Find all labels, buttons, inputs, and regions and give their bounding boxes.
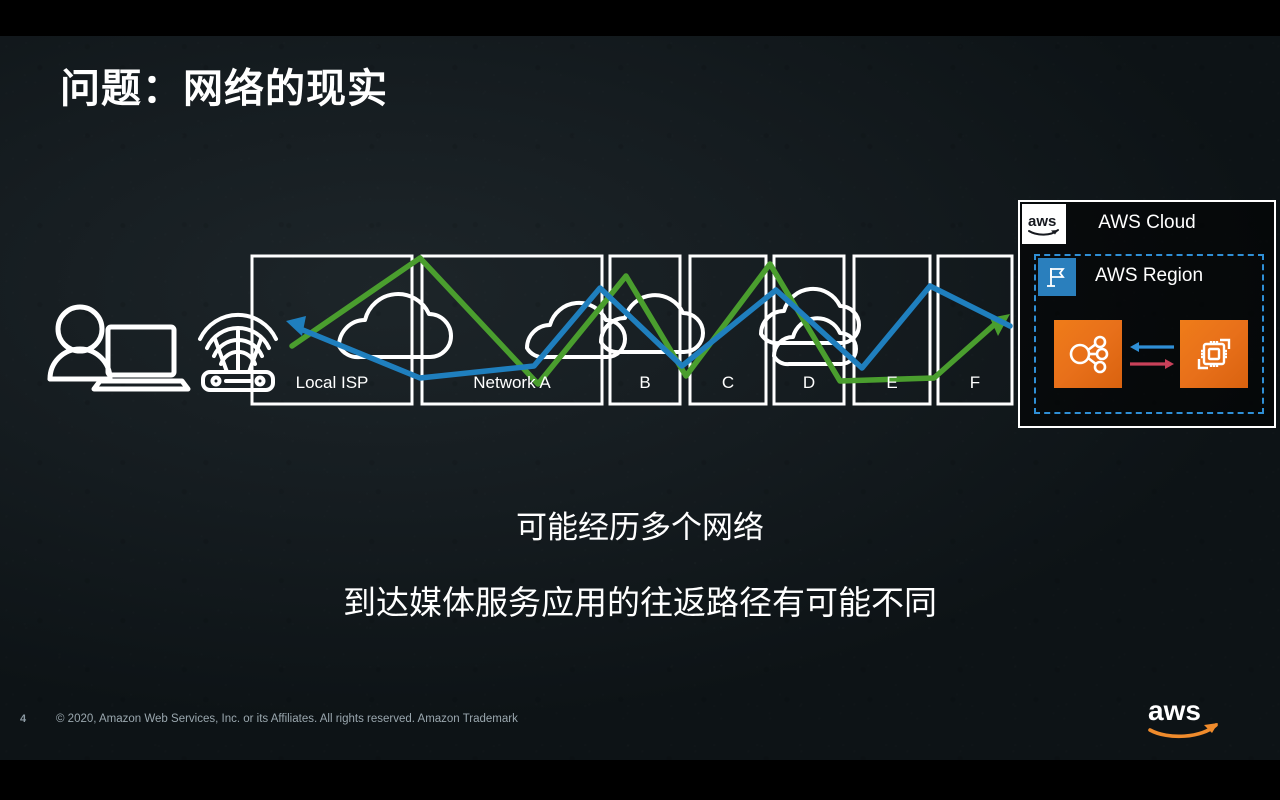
network-box-f xyxy=(936,254,1014,406)
aws-footer-logo: aws xyxy=(1148,695,1218,739)
network-label-b: B xyxy=(639,373,650,392)
cloud-b xyxy=(599,293,705,355)
network-box-network-a xyxy=(420,254,604,406)
network-box-c xyxy=(688,254,768,406)
network-box-d xyxy=(772,254,846,406)
cloud-local-isp xyxy=(337,292,453,360)
inbound-arrow xyxy=(1130,342,1174,352)
network-box-b xyxy=(608,254,682,406)
network-label-group: Local ISP Network A B C D E F xyxy=(296,373,981,392)
network-label-local-isp: Local ISP xyxy=(296,373,369,392)
caption-line-2: 到达媒体服务应用的往返路径有可能不同 xyxy=(343,584,937,621)
user-with-laptop-icon xyxy=(47,304,191,392)
page-number: 4 xyxy=(20,713,27,725)
aws-region-label: AWS Region xyxy=(1094,265,1204,286)
cloud-group xyxy=(337,286,861,367)
service-traffic-arrows xyxy=(1130,342,1174,369)
page-title: 问题：网络的现实 xyxy=(60,67,388,111)
aws-cloud-label: AWS Cloud xyxy=(1098,212,1196,233)
outbound-arrow xyxy=(1130,359,1174,369)
network-box-local-isp xyxy=(250,254,414,406)
cloud-network-a xyxy=(525,300,627,360)
slide-root: 问题：网络的现实 Local ISP Network A B C D E F a… xyxy=(0,0,1280,800)
wifi-router-icon xyxy=(198,312,278,392)
cloud-d2 xyxy=(772,316,858,367)
compute-instance-icon xyxy=(1180,320,1248,388)
network-hub-icon xyxy=(1054,320,1122,388)
compute-instance-icon-glyph xyxy=(1197,338,1231,370)
network-hub-icon-glyph xyxy=(1069,335,1109,374)
return-path xyxy=(286,283,1013,381)
network-box-e xyxy=(852,254,932,406)
network-box-group xyxy=(250,254,1014,406)
network-label-e: E xyxy=(886,373,897,392)
slide-canvas: 问题：网络的现实 Local ISP Network A B C D E F a… xyxy=(0,36,1280,760)
cloud-d xyxy=(759,286,861,346)
aws-wordmark: aws xyxy=(1148,695,1201,726)
aws-region-panel: AWS Region xyxy=(1034,254,1264,414)
network-label-c: C xyxy=(722,373,734,392)
copyright-notice: © 2020, Amazon Web Services, Inc. or its… xyxy=(56,713,518,725)
network-label-network-a: Network A xyxy=(473,373,551,392)
caption-line-1: 可能经历多个网络 xyxy=(516,510,764,545)
outbound-path xyxy=(289,255,1010,387)
network-label-d: D xyxy=(803,373,815,392)
network-label-f: F xyxy=(970,373,980,392)
aws-cloud-panel: aws AWS Cloud AWS Region xyxy=(1018,200,1276,428)
